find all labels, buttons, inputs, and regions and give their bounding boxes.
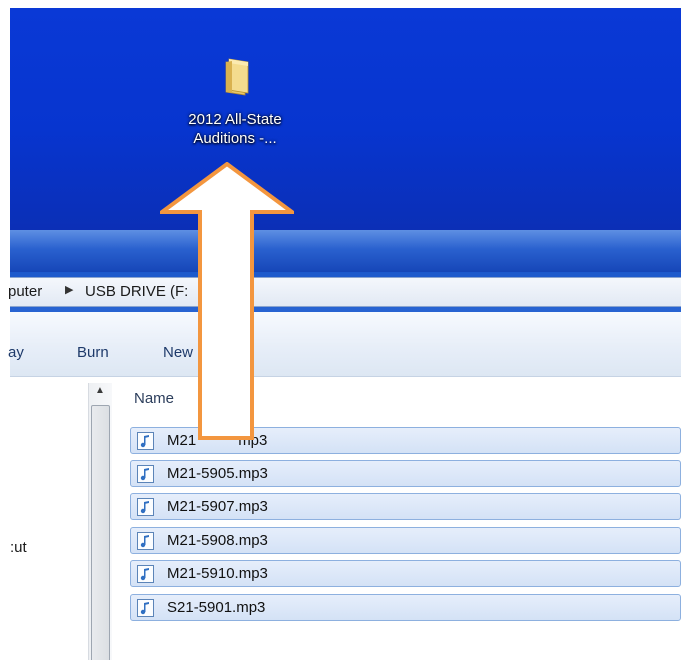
file-name: M21-5907.mp3 <box>167 498 268 515</box>
music-file-icon <box>137 599 154 617</box>
folder-label-line2: Auditions -... <box>193 130 277 147</box>
folder-label-line1: 2012 All-State <box>188 111 282 128</box>
screen: 2012 All-State Auditions -... puter ▶ US… <box>0 0 681 660</box>
toolbar-burn-button[interactable]: Burn <box>77 344 109 361</box>
file-row[interactable]: M21-5905.mp3 <box>130 460 681 487</box>
music-file-icon <box>137 498 154 516</box>
music-file-icon <box>137 465 154 483</box>
file-row[interactable]: M21-5908.mp3 <box>130 527 681 554</box>
file-name: M21-5908.mp3 <box>167 532 268 549</box>
command-toolbar: ay Burn New <box>8 312 681 377</box>
file-row[interactable]: M21-5907.mp3 <box>130 493 681 520</box>
toolbar-play-button[interactable]: ay <box>8 344 24 361</box>
nav-item-shortcut[interactable]: :ut <box>10 539 27 556</box>
address-bar: puter ▶ USB DRIVE (F: <box>8 272 681 312</box>
breadcrumb-separator-icon[interactable]: ▶ <box>65 283 73 296</box>
navigation-pane: :ut ▲ <box>10 377 112 660</box>
drag-up-arrow-icon <box>160 162 294 440</box>
address-field[interactable]: puter ▶ USB DRIVE (F: <box>8 277 681 307</box>
file-name: M21-5905.mp3 <box>167 465 268 482</box>
file-row[interactable]: M21-5910.mp3 <box>130 560 681 587</box>
file-name: S21-5901.mp3 <box>167 599 266 616</box>
window-titlebar[interactable] <box>10 230 681 272</box>
desktop-folder-label: 2012 All-State Auditions -... <box>165 110 305 148</box>
file-row[interactable]: S21-5901.mp3 <box>130 594 681 621</box>
music-file-icon <box>137 532 154 550</box>
scroll-up-arrow-icon[interactable]: ▲ <box>92 385 108 399</box>
desktop-background: 2012 All-State Auditions -... <box>10 8 681 230</box>
scroll-thumb[interactable] <box>91 405 110 660</box>
music-file-icon <box>137 432 154 450</box>
breadcrumb-computer[interactable]: puter <box>8 283 42 300</box>
nav-scrollbar[interactable]: ▲ <box>88 383 112 660</box>
folder-icon <box>225 58 249 96</box>
music-file-icon <box>137 565 154 583</box>
file-name: M21-5910.mp3 <box>167 565 268 582</box>
